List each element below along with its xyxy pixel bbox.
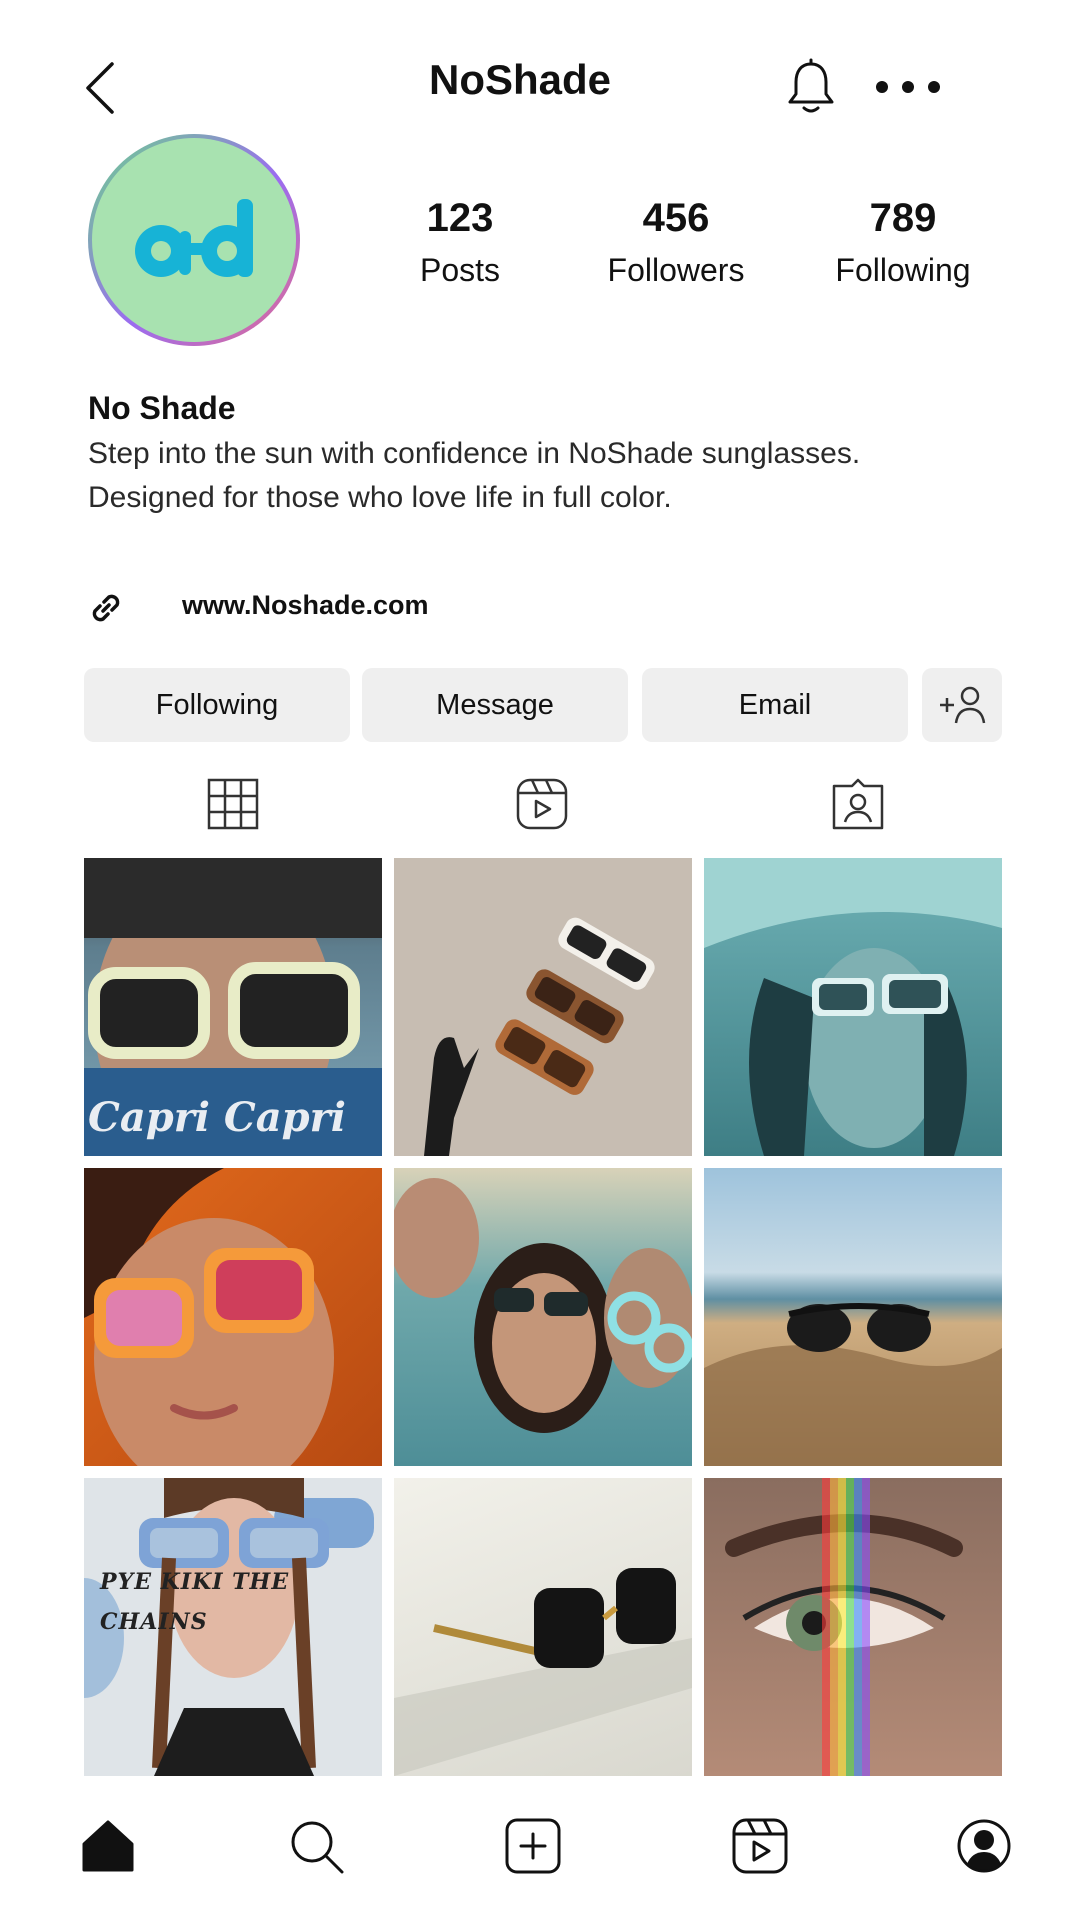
brand-logo-icon (135, 199, 253, 277)
post-thumbnail[interactable] (704, 1168, 1002, 1466)
link-icon (86, 588, 126, 628)
posts-grid: Capri Capri PYE KIKI THE CHAINS (84, 858, 1002, 1776)
reels-icon (732, 1818, 788, 1874)
message-button[interactable]: Message (362, 668, 628, 742)
stat-label: Posts (419, 252, 501, 288)
sunglasses-graphic (394, 1568, 692, 1776)
stat-label: Followers (607, 252, 745, 288)
website-link[interactable]: www.Noshade.com (182, 590, 429, 621)
nav-create[interactable] (505, 1818, 561, 1874)
tagged-icon (832, 778, 884, 830)
stat-followers[interactable]: 456 Followers (576, 196, 776, 288)
post-thumbnail[interactable]: PYE KIKI THE CHAINS (84, 1478, 382, 1776)
sunglasses-graphic (424, 917, 655, 1156)
reels-icon (516, 778, 568, 830)
profile-bio: Step into the sun with confidence in NoS… (88, 437, 861, 514)
following-button[interactable]: Following (84, 668, 350, 742)
post-thumbnail[interactable]: Capri Capri (84, 858, 382, 1156)
profile-icon (957, 1819, 1011, 1873)
avatar[interactable] (88, 134, 300, 346)
notifications-button[interactable] (784, 58, 838, 116)
post-caption: PYE KIKI THE CHAINS (100, 1569, 290, 1635)
profile-name: No Shade (88, 390, 236, 426)
sunglasses-graphic (394, 1178, 692, 1433)
tab-posts-grid[interactable] (205, 776, 261, 832)
nav-profile[interactable] (956, 1818, 1012, 1874)
post-thumbnail[interactable] (704, 858, 1002, 1156)
stat-value: 123 (426, 196, 494, 240)
sunglasses-graphic (84, 1168, 334, 1466)
post-thumbnail[interactable] (394, 858, 692, 1156)
nav-home[interactable] (80, 1818, 136, 1874)
sunglasses-graphic (725, 1478, 963, 1776)
more-horizontal-icon (876, 81, 940, 93)
email-button[interactable]: Email (642, 668, 908, 742)
tab-reels[interactable] (514, 776, 570, 832)
post-thumbnail[interactable] (394, 1168, 692, 1466)
stat-label: Following (835, 252, 971, 288)
stat-following[interactable]: 789 Following (803, 196, 1003, 288)
nav-reels[interactable] (732, 1818, 788, 1874)
stat-posts[interactable]: 123 Posts (360, 196, 560, 288)
post-caption: Capri Capri (88, 1094, 346, 1141)
post-thumbnail[interactable] (84, 1168, 382, 1466)
grid-icon (207, 778, 259, 830)
stat-value: 456 (642, 196, 710, 240)
avatar-logo (92, 138, 296, 342)
sunglasses-graphic (704, 1303, 1002, 1466)
tab-tagged[interactable] (830, 776, 886, 832)
post-thumbnail[interactable] (394, 1478, 692, 1776)
post-thumbnail[interactable] (704, 1478, 1002, 1776)
bell-icon (788, 58, 834, 113)
search-icon (291, 1821, 344, 1874)
nav-search[interactable] (288, 1818, 344, 1874)
stat-value: 789 (869, 196, 937, 240)
add-user-button[interactable] (922, 668, 1002, 742)
create-icon (505, 1818, 561, 1874)
sunglasses-graphic (704, 858, 1002, 1156)
add-user-icon (940, 686, 986, 724)
home-icon (82, 1820, 134, 1872)
more-options-button[interactable] (872, 72, 944, 102)
